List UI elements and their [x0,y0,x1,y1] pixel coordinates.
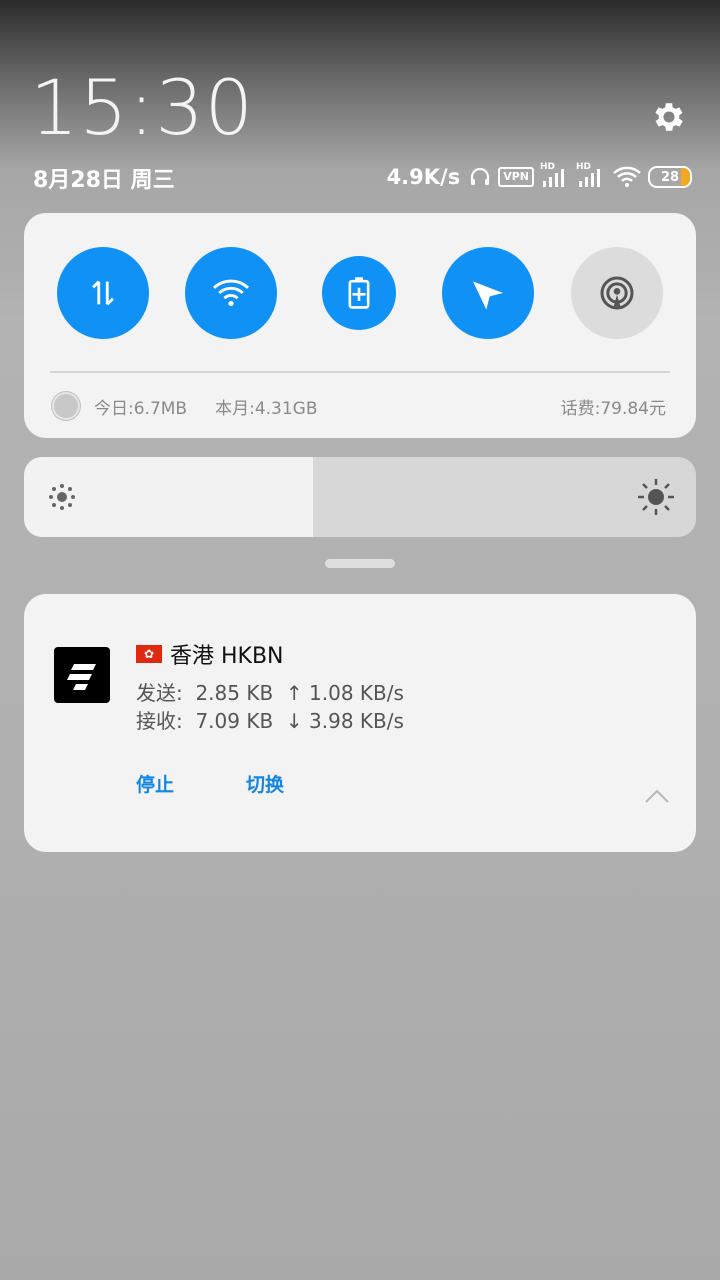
vpn-notification[interactable]: ✿ 香港 HKBN 发送: 2.85 KB ↑ 1.08 KB/s 接收: 7.… [24,594,696,852]
collapse-chevron-icon[interactable] [644,788,670,804]
data-usage-row[interactable]: 今日:6.7MB 本月:4.31GB 话费:79.84元 [52,389,666,423]
toggle-wifi[interactable] [185,247,277,339]
headphones-icon [471,167,490,185]
status-icons: 4.9K/s VPN HD HD 28 [387,160,692,194]
usage-month: 本月:4.31GB [215,398,318,419]
received-stats: 接收: 7.09 KB ↓ 3.98 KB/s [136,709,404,733]
settings-gear-icon[interactable] [650,98,688,136]
brightness-low-icon [49,484,75,510]
phone-fee: 话费:79.84元 [560,398,666,419]
date-label: 8月28日 周三 [33,168,175,193]
data-arrows-icon [92,280,114,306]
hd-label: HD [540,162,556,172]
notification-title: ✿ 香港 HKBN [136,638,284,670]
vpn-icon: VPN [498,167,534,187]
brightness-high-icon [638,479,674,515]
signal-icon: HD [540,162,570,190]
hong-kong-flag-icon: ✿ [136,645,162,663]
usage-today: 今日:6.7MB [94,398,188,419]
hotspot-icon [600,276,634,310]
usage-circle-icon [52,392,80,420]
toggle-location[interactable] [442,247,534,339]
network-speed: 4.9K/s [386,165,461,189]
brightness-slider[interactable] [24,457,696,537]
location-arrow-icon [473,281,503,310]
app-icon [54,647,110,703]
toggle-mobile-data[interactable] [57,247,149,339]
battery-icon: 28 [648,166,692,188]
app-logo-icon [67,664,96,690]
wifi-icon [213,279,249,307]
sent-stats: 发送: 2.85 KB ↑ 1.08 KB/s [136,681,404,705]
clock-time[interactable]: 15:30 [30,70,254,146]
signal-icon: HD [576,162,606,190]
battery-plus-icon [348,277,370,309]
toggle-hotspot[interactable] [571,247,663,339]
switch-button[interactable]: 切换 [246,770,284,797]
quick-settings-panel: 今日:6.7MB 本月:4.31GB 话费:79.84元 [24,213,696,438]
panel-drag-handle[interactable] [325,559,395,568]
stop-button[interactable]: 停止 [136,770,174,797]
server-name: 香港 HKBN [170,644,284,669]
wifi-icon [613,166,641,187]
battery-level: 28 [660,169,680,185]
divider [50,371,670,373]
hd-label: HD [576,162,592,172]
toggle-battery-saver[interactable] [322,256,396,330]
